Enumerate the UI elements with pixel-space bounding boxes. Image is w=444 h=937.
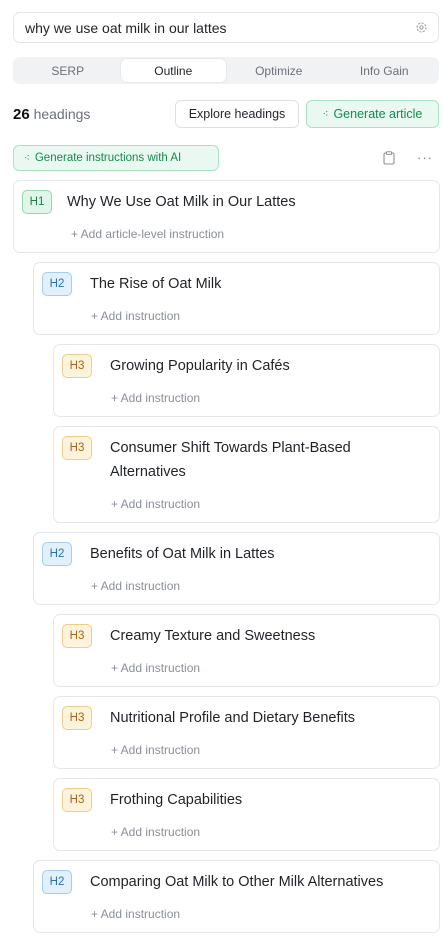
outline-item-h3[interactable]: H3 Creamy Texture and Sweetness + Add in…	[53, 614, 440, 687]
outline-item-h2[interactable]: H2 Comparing Oat Milk to Other Milk Alte…	[33, 860, 440, 933]
settings-icon[interactable]	[414, 21, 428, 35]
add-instruction-link[interactable]: + Add instruction	[111, 391, 200, 405]
outline-item-h3[interactable]: H3 Frothing Capabilities + Add instructi…	[53, 778, 440, 851]
view-tabs: SERP Outline Optimize Info Gain	[13, 57, 439, 84]
add-instruction-link[interactable]: + Add instruction	[91, 309, 180, 323]
search-field[interactable]: why we use oat milk in our lattes	[13, 12, 439, 43]
add-instruction-link[interactable]: + Add instruction	[111, 497, 200, 511]
outline-item-h2[interactable]: H2 The Rise of Oat Milk + Add instructio…	[33, 262, 440, 335]
sparkle-icon: ⁖	[24, 152, 30, 164]
search-input[interactable]: why we use oat milk in our lattes	[25, 20, 414, 36]
outline-item-h3[interactable]: H3 Consumer Shift Towards Plant-Based Al…	[53, 426, 440, 523]
headings-count: 26 headings	[13, 106, 90, 123]
explore-headings-label: Explore headings	[188, 107, 286, 121]
heading-title[interactable]: Frothing Capabilities	[110, 788, 242, 812]
outline-item-h1[interactable]: H1 Why We Use Oat Milk in Our Lattes + A…	[13, 180, 440, 253]
outline-item-h2[interactable]: H2 Benefits of Oat Milk in Lattes + Add …	[33, 532, 440, 605]
headings-count-label: headings	[33, 106, 91, 122]
tab-serp[interactable]: SERP	[15, 59, 121, 82]
heading-level-badge: H2	[42, 272, 72, 296]
explore-headings-button[interactable]: Explore headings	[175, 100, 299, 128]
heading-level-badge: H3	[62, 354, 92, 378]
heading-title[interactable]: Creamy Texture and Sweetness	[110, 624, 315, 648]
add-instruction-link[interactable]: + Add instruction	[111, 743, 200, 757]
generate-article-button[interactable]: ⁖ Generate article	[306, 100, 439, 128]
heading-title[interactable]: Why We Use Oat Milk in Our Lattes	[67, 190, 296, 214]
more-options-icon[interactable]: ···	[417, 150, 433, 165]
add-instruction-link[interactable]: + Add instruction	[91, 907, 180, 921]
add-instruction-link[interactable]: + Add instruction	[111, 661, 200, 675]
generate-instructions-label: Generate instructions with AI	[34, 152, 182, 164]
heading-level-badge: H3	[62, 706, 92, 730]
add-instruction-link[interactable]: + Add instruction	[111, 825, 200, 839]
headings-count-value: 26	[13, 106, 30, 123]
heading-level-badge: H2	[42, 870, 72, 894]
heading-level-badge: H1	[22, 190, 52, 214]
outline-item-h3[interactable]: H3 Nutritional Profile and Dietary Benef…	[53, 696, 440, 769]
clipboard-icon[interactable]	[383, 151, 395, 165]
heading-title[interactable]: Comparing Oat Milk to Other Milk Alterna…	[90, 870, 383, 894]
heading-level-badge: H3	[62, 788, 92, 812]
heading-title[interactable]: Benefits of Oat Milk in Lattes	[90, 542, 275, 566]
add-instruction-link[interactable]: + Add instruction	[91, 579, 180, 593]
tab-optimize[interactable]: Optimize	[226, 59, 332, 82]
generate-article-label: Generate article	[333, 107, 423, 121]
heading-title[interactable]: Consumer Shift Towards Plant-Based Alter…	[110, 436, 380, 484]
heading-level-badge: H3	[62, 624, 92, 648]
sparkle-icon: ⁖	[322, 108, 329, 120]
add-instruction-link[interactable]: + Add article-level instruction	[71, 227, 224, 241]
tab-info-gain[interactable]: Info Gain	[332, 59, 438, 82]
generate-instructions-button[interactable]: ⁖ Generate instructions with AI	[13, 145, 219, 171]
tab-outline[interactable]: Outline	[120, 59, 226, 82]
outline-item-h3[interactable]: H3 Growing Popularity in Cafés + Add ins…	[53, 344, 440, 417]
heading-title[interactable]: Nutritional Profile and Dietary Benefits	[110, 706, 355, 730]
heading-title[interactable]: Growing Popularity in Cafés	[110, 354, 290, 378]
heading-level-badge: H2	[42, 542, 72, 566]
heading-level-badge: H3	[62, 436, 92, 460]
heading-title[interactable]: The Rise of Oat Milk	[90, 272, 221, 296]
